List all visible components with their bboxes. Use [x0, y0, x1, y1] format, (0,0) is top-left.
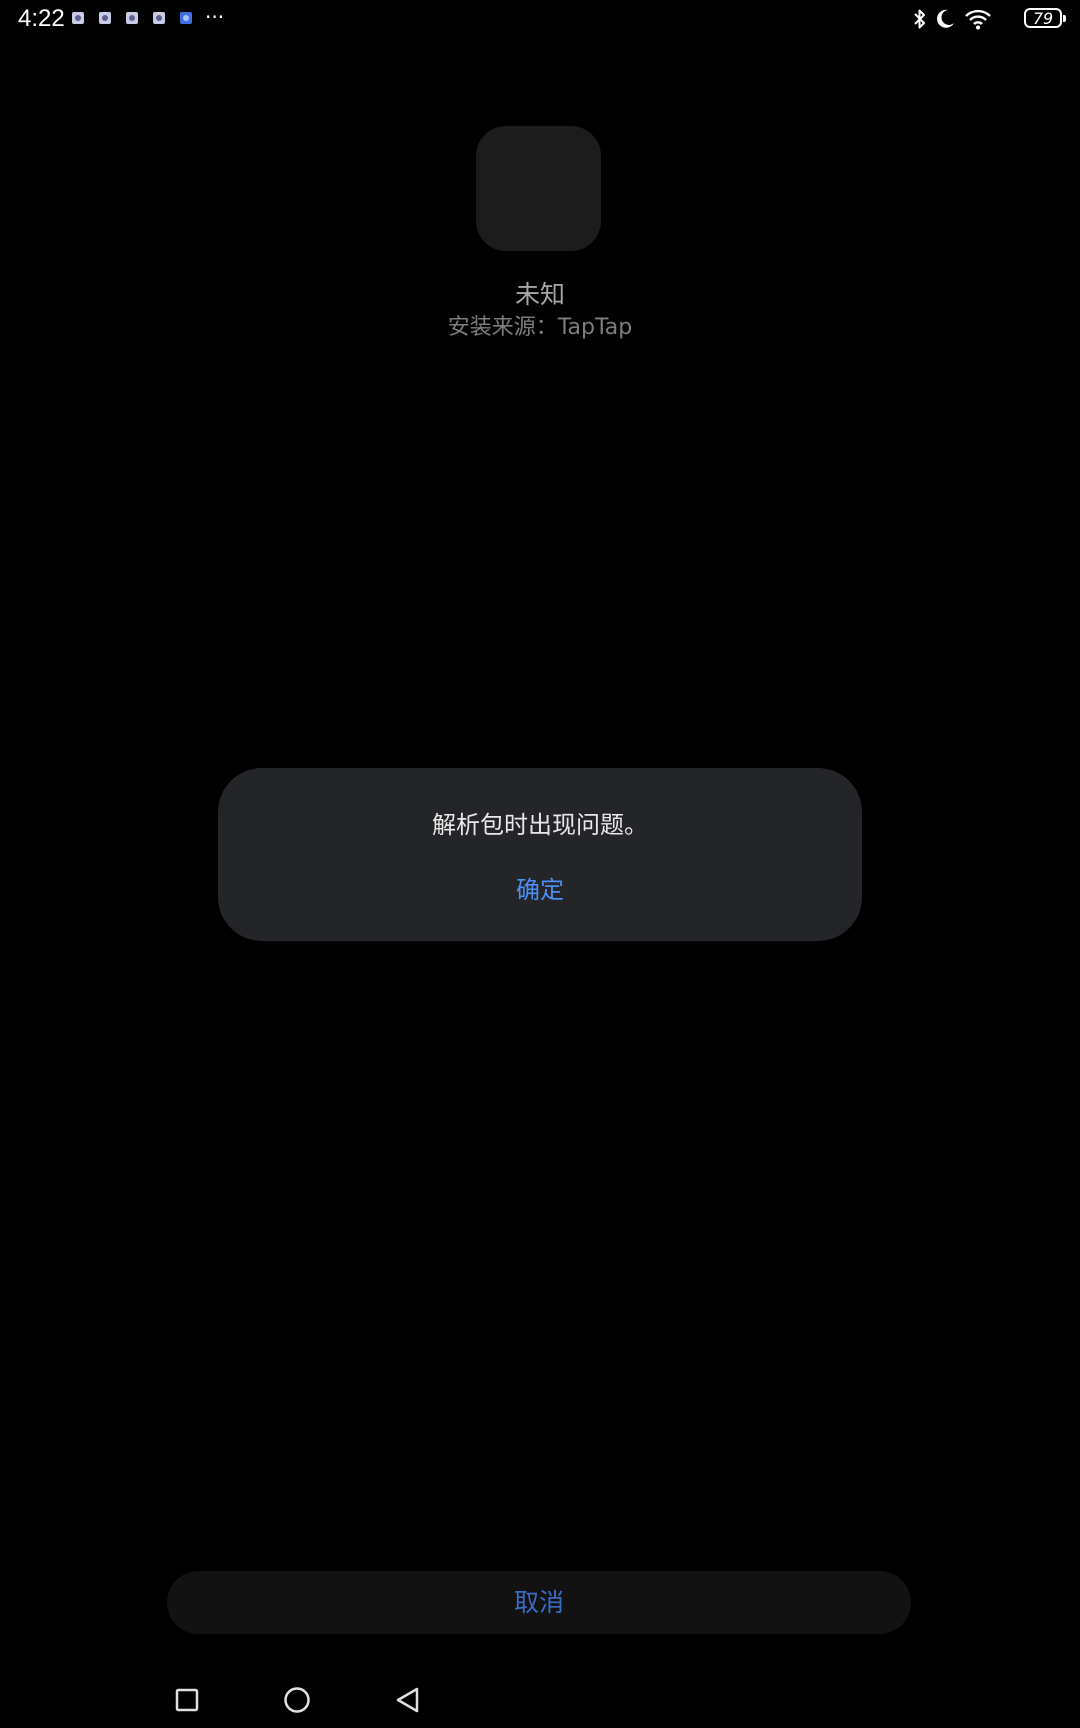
triangle-back-icon [396, 1687, 419, 1713]
confirm-button[interactable]: 确定 [480, 866, 600, 914]
notification-app-icon [99, 12, 111, 24]
status-time: 4:22 [18, 5, 65, 32]
battery-level: 79 [1032, 9, 1054, 28]
notification-app-icon [153, 12, 165, 24]
home-button[interactable] [277, 1680, 317, 1720]
navigation-bar [0, 1680, 1080, 1720]
cancel-button[interactable]: 取消 [167, 1571, 911, 1634]
wifi-icon [965, 9, 991, 30]
battery-icon: 79 [1024, 8, 1066, 28]
notification-app-icon [72, 12, 84, 24]
recents-button[interactable] [167, 1680, 207, 1720]
square-icon [175, 1688, 199, 1712]
notification-app-icon [180, 12, 192, 24]
error-dialog: 解析包时出现问题。 确定 [218, 768, 862, 941]
notification-app-icon [126, 12, 138, 24]
app-icon-placeholder [476, 126, 601, 251]
app-name: 未知 [514, 280, 565, 309]
circle-icon [284, 1687, 310, 1713]
back-button[interactable] [388, 1680, 428, 1720]
bluetooth-icon [914, 9, 925, 29]
system-icons: 79 [912, 8, 1066, 32]
more-notifications-icon: ··· [205, 5, 225, 29]
status-bar: 4:22 ··· 79 [0, 0, 1080, 40]
dialog-message: 解析包时出现问题。 [432, 811, 648, 839]
moon-icon [937, 9, 954, 28]
install-source-label: 安装来源：TapTap [447, 315, 633, 340]
